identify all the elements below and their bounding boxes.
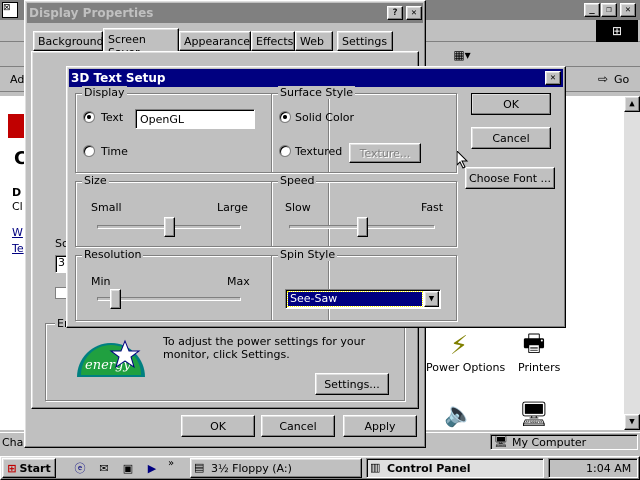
display-group-label: Display <box>82 86 127 99</box>
sidebar-logo-icon <box>8 114 24 138</box>
tab-screen-saver[interactable]: Screen Saver <box>103 28 179 59</box>
spin-style-value[interactable]: See-Saw <box>287 291 423 307</box>
resolution-max-label: Max <box>227 275 250 288</box>
text-radio-label[interactable]: Text <box>101 111 123 124</box>
window-title: Display Properties <box>29 6 154 20</box>
close-button[interactable]: ✕ <box>620 3 636 17</box>
sidebar-fragment: D <box>12 186 22 199</box>
settings-button[interactable]: Settings... <box>315 373 389 395</box>
task-floppy-label: 3½ Floppy (A:) <box>211 462 292 475</box>
address-label: Ad <box>10 73 25 86</box>
text-radio[interactable] <box>83 111 95 123</box>
speed-group: Speed <box>271 174 457 247</box>
text-setup-dialog: 3D Text Setup ✕ Display Text OpenGL Time… <box>66 66 566 328</box>
maximize-button[interactable]: ❐ <box>601 3 617 17</box>
clock[interactable]: 1:04 AM <box>586 462 631 475</box>
help-button[interactable]: ? <box>387 6 403 20</box>
dialog-title: 3D Text Setup <box>71 71 166 85</box>
status-right: My Computer <box>512 436 587 449</box>
vertical-scrollbar[interactable] <box>624 96 640 430</box>
energy-text: To adjust the power settings for your mo… <box>163 335 366 361</box>
close-button[interactable]: ✕ <box>406 6 422 20</box>
textured-radio[interactable] <box>279 145 291 157</box>
power-options-label[interactable]: Power Options <box>426 361 505 374</box>
textured-label[interactable]: Textured <box>295 145 342 158</box>
solid-color-label[interactable]: Solid Color <box>295 111 354 124</box>
computer-icon[interactable]: 🖥 <box>518 398 550 430</box>
tab-settings[interactable]: Settings <box>337 31 393 51</box>
desktop-icon[interactable]: ▣ <box>120 460 136 476</box>
resolution-group-label: Resolution <box>82 248 144 261</box>
windows-flag-icon: ⊞ <box>7 461 17 475</box>
printers-label[interactable]: Printers <box>518 361 560 374</box>
time-radio-label[interactable]: Time <box>101 145 128 158</box>
go-icon[interactable]: ⇨ <box>598 72 608 86</box>
dialog-close-button[interactable]: ✕ <box>545 71 561 85</box>
start-label: Start <box>19 461 51 475</box>
size-group-label: Size <box>82 174 109 187</box>
scroll-up-icon[interactable]: ▲ <box>624 96 640 112</box>
mouse-cursor-icon <box>456 149 469 172</box>
sidebar-fragment: Cl <box>12 200 23 213</box>
tab-appearance[interactable]: Appearance <box>179 31 251 51</box>
sidebar-link[interactable]: W <box>12 226 23 239</box>
channels-icon[interactable]: ▶ <box>144 460 160 476</box>
speed-max-label: Fast <box>421 201 444 214</box>
texture-button[interactable]: Texture... <box>349 143 421 163</box>
resolution-slider-thumb[interactable] <box>110 289 122 309</box>
surface-group-label: Surface Style <box>278 86 356 99</box>
resolution-min-label: Min <box>91 275 111 288</box>
apply-button[interactable]: Apply <box>343 415 417 437</box>
size-min-label: Small <box>91 201 122 214</box>
ok-button[interactable]: OK <box>181 415 255 437</box>
speaker-icon[interactable]: 🔈 <box>443 398 475 430</box>
spin-group-label: Spin Style <box>278 248 338 261</box>
quicklaunch-more-icon[interactable]: » <box>168 458 174 469</box>
solid-color-radio[interactable] <box>279 111 291 123</box>
spin-group: Spin Style <box>271 248 457 321</box>
size-max-label: Large <box>217 201 248 214</box>
task-control-panel[interactable]: Control Panel <box>366 458 544 478</box>
internet-explorer-icon[interactable]: ⓔ <box>72 460 88 476</box>
control-panel-icon: ▥ <box>370 461 381 474</box>
speed-min-label: Slow <box>285 201 311 214</box>
start-button[interactable]: ⊞ Start <box>2 458 56 478</box>
go-button[interactable]: Go <box>614 73 629 86</box>
task-floppy[interactable]: 3½ Floppy (A:) <box>190 458 362 478</box>
dialog-cancel-button[interactable]: Cancel <box>471 127 551 149</box>
power-options-icon[interactable]: ⚡ <box>443 330 475 362</box>
size-slider-thumb[interactable] <box>163 217 175 237</box>
windows-logo-icon: ⊞ <box>596 20 638 42</box>
chevron-down-icon[interactable]: ▼ <box>424 291 439 307</box>
status-left: Cha <box>2 436 24 449</box>
scroll-down-icon[interactable]: ▼ <box>624 414 640 430</box>
sidebar-link[interactable]: Te <box>12 242 24 255</box>
printer-icon[interactable]: 🖶 <box>518 329 550 362</box>
tab-web[interactable]: Web <box>295 31 333 51</box>
minimize-button[interactable]: _ <box>584 3 600 17</box>
speed-group-label: Speed <box>278 174 317 187</box>
task-control-panel-label: Control Panel <box>387 462 471 475</box>
tab-background[interactable]: Background <box>33 31 104 51</box>
views-icon[interactable]: ▦▾ <box>450 47 474 63</box>
text-input[interactable]: OpenGL <box>135 109 255 129</box>
explorer-small-icon: ⊠ <box>2 2 18 18</box>
choose-font-button[interactable]: Choose Font ... <box>465 167 555 189</box>
time-radio[interactable] <box>83 145 95 157</box>
floppy-icon: ▤ <box>194 461 205 474</box>
speed-slider-thumb[interactable] <box>356 217 368 237</box>
tab-effects[interactable]: Effects <box>251 31 295 51</box>
dialog-ok-button[interactable]: OK <box>471 93 551 115</box>
energy-star-logo-icon: energy <box>75 335 147 379</box>
outlook-icon[interactable]: ✉ <box>96 460 112 476</box>
my-computer-icon: 🖥 <box>494 435 508 448</box>
cancel-button[interactable]: Cancel <box>261 415 335 437</box>
